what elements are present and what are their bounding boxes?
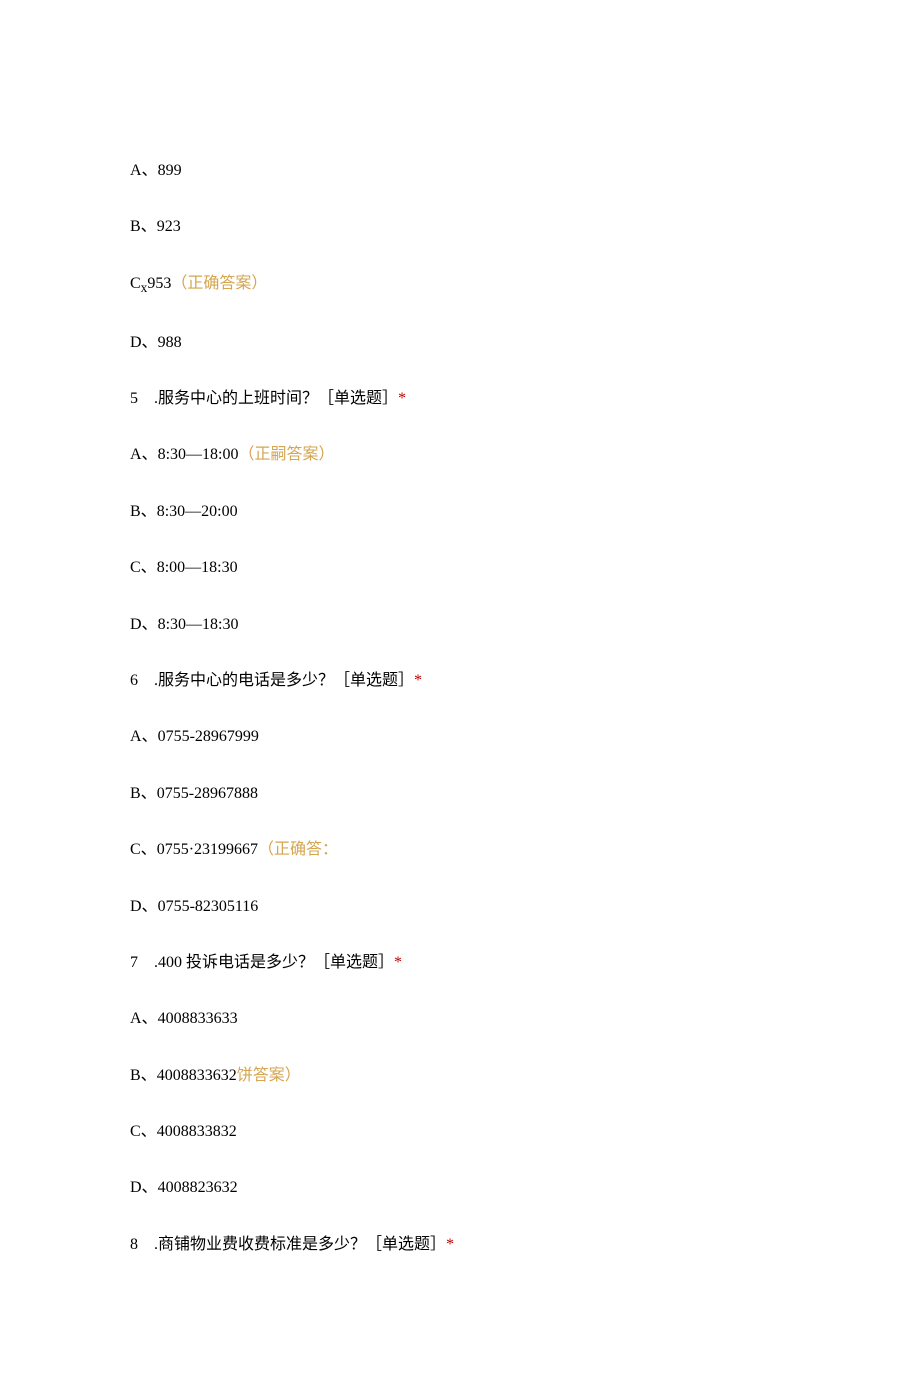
option-value: 0755-28967888	[157, 785, 258, 802]
correct-answer-marker: （正嗣答案）	[238, 446, 334, 463]
question-line: 8 .商铺物业费收费标准是多少？［单选题］*	[130, 1234, 790, 1256]
option-label: A、	[130, 1010, 158, 1027]
option-line: Cx953（正确答案）	[130, 273, 790, 298]
required-mark: *	[446, 1236, 454, 1253]
option-value: 988	[158, 334, 182, 351]
question-number: 7	[130, 952, 138, 974]
option-value: 899	[158, 162, 182, 179]
question-line: 5 .服务中心的上班时间？［单选题］*	[130, 388, 790, 410]
option-value: 4008833633	[158, 1010, 238, 1027]
option-value: 4008833632	[157, 1067, 237, 1084]
question-number: 8	[130, 1234, 138, 1256]
required-mark: *	[414, 672, 422, 689]
question-number: 5	[130, 388, 138, 410]
question-text: .服务中心的上班时间？［单选题］	[154, 390, 398, 407]
option-label: D、	[130, 616, 158, 633]
required-mark: *	[394, 954, 402, 971]
option-value: 8:30—18:00	[158, 446, 239, 463]
question-text: .400 投诉电话是多少？［单选题］	[154, 954, 394, 971]
option-line: D、988	[130, 332, 790, 354]
option-value: 4008823632	[158, 1179, 238, 1196]
option-label: D、	[130, 1179, 158, 1196]
option-line: D、0755-82305116	[130, 896, 790, 918]
correct-answer-marker: （正确答案）	[171, 275, 267, 292]
document-page: A、899B、923Cx953（正确答案）D、9885.服务中心的上班时间？［单…	[0, 0, 920, 1390]
option-line: B、4008833632饼答案）	[130, 1065, 790, 1087]
option-line: B、923	[130, 216, 790, 238]
option-line: D、8:30—18:30	[130, 614, 790, 636]
option-line: A、899	[130, 160, 790, 182]
option-line: A、8:30—18:00（正嗣答案）	[130, 444, 790, 466]
option-label: D、	[130, 334, 158, 351]
question-line: 7 .400 投诉电话是多少？［单选题］*	[130, 952, 790, 974]
option-label: B、	[130, 218, 157, 235]
option-value: 923	[157, 218, 181, 235]
option-line: D、4008823632	[130, 1177, 790, 1199]
option-value: 953	[147, 275, 171, 292]
option-line: B、8:30—20:00	[130, 501, 790, 523]
required-mark: *	[398, 390, 406, 407]
option-value: 8:00—18:30	[157, 559, 238, 576]
option-line: C、4008833832	[130, 1121, 790, 1143]
option-label: B、	[130, 785, 157, 802]
option-line: A、0755-28967999	[130, 726, 790, 748]
question-text: .服务中心的电话是多少？［单选题］	[154, 672, 414, 689]
question-number: 6	[130, 670, 138, 692]
question-text: .商铺物业费收费标准是多少？［单选题］	[154, 1236, 446, 1253]
option-label: B、	[130, 503, 157, 520]
option-label: B、	[130, 1067, 157, 1084]
correct-answer-marker: 饼答案）	[237, 1067, 301, 1084]
option-label: C	[130, 275, 141, 292]
option-value: 0755·23199667	[157, 841, 258, 858]
option-line: A、4008833633	[130, 1008, 790, 1030]
option-label: A、	[130, 162, 158, 179]
option-value: 4008833832	[157, 1123, 237, 1140]
option-value: 0755-82305116	[158, 898, 259, 915]
option-line: C、0755·23199667（正确答：	[130, 839, 790, 861]
option-line: C、8:00—18:30	[130, 557, 790, 579]
option-line: B、0755-28967888	[130, 783, 790, 805]
option-value: 8:30—18:30	[158, 616, 239, 633]
option-label: D、	[130, 898, 158, 915]
correct-answer-marker: （正确答：	[258, 841, 338, 858]
option-value: 0755-28967999	[158, 728, 259, 745]
option-label: C、	[130, 841, 157, 858]
option-label: C、	[130, 559, 157, 576]
question-line: 6 .服务中心的电话是多少？［单选题］*	[130, 670, 790, 692]
option-label: A、	[130, 446, 158, 463]
option-label: A、	[130, 728, 158, 745]
option-label: C、	[130, 1123, 157, 1140]
option-value: 8:30—20:00	[157, 503, 238, 520]
